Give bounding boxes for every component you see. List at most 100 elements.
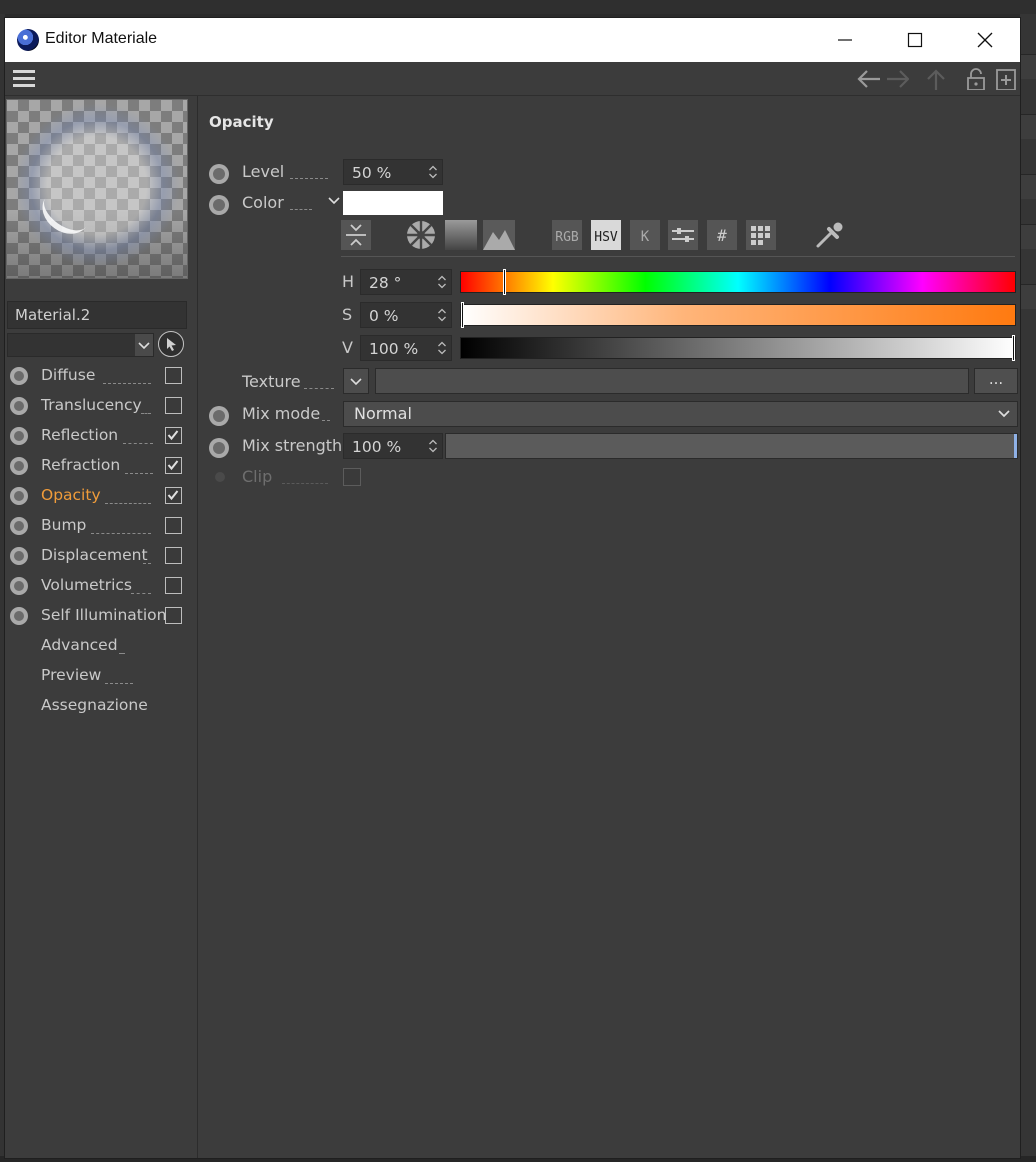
hue-input[interactable]: 28 ° [360,269,452,295]
color-expand-chevron-icon[interactable] [327,195,341,207]
spin-arrows-icon[interactable] [428,438,438,454]
chevron-down-icon [138,342,150,350]
value-slider[interactable] [460,335,1016,361]
channel-label: Self Illumination [41,606,167,624]
channel-refraction[interactable]: Refraction [5,451,197,481]
minimize-button[interactable] [810,18,880,62]
mix-strength-slider[interactable] [445,433,1018,459]
hsv-mode-button[interactable]: HSV [591,220,621,250]
collapse-icon[interactable] [341,220,371,250]
animate-radio[interactable] [10,607,28,625]
clip-checkbox[interactable] [343,468,361,486]
up-arrow-icon[interactable] [925,68,949,90]
texture-path-field[interactable] [375,368,969,394]
material-name-field[interactable]: Material.2 [7,301,187,329]
channel-label: Assegnazione [41,696,148,714]
color-wheel-icon[interactable] [405,220,437,250]
color-animate-radio[interactable] [209,195,229,215]
spin-arrows-icon[interactable] [437,274,447,290]
texture-dropdown[interactable] [343,368,369,394]
channel-checkbox-displacement[interactable] [165,547,182,564]
level-row: Level 50 % [198,157,1020,187]
saturation-input[interactable]: 0 % [360,302,452,328]
channel-translucency[interactable]: Translucency [5,391,197,421]
spin-arrows-icon[interactable] [437,307,447,323]
channel-checkbox-refraction[interactable] [165,457,182,474]
mix-mode-select[interactable]: Normal [343,401,1018,427]
lock-icon[interactable] [965,68,989,90]
spin-arrows-icon[interactable] [437,340,447,356]
mix-strength-input[interactable]: 100 % [343,433,443,459]
hex-mode-label: # [717,226,727,245]
picker-button[interactable] [158,331,184,357]
channel-checkbox-opacity[interactable] [165,487,182,504]
channel-volumetrics[interactable]: Volumetrics [5,571,197,601]
material-preview[interactable] [6,99,188,279]
animate-radio[interactable] [10,517,28,535]
animate-radio[interactable] [10,397,28,415]
channel-checkbox-diffuse[interactable] [165,367,182,384]
spectrum-icon[interactable] [445,220,477,250]
channel-label-active: Opacity [41,486,101,504]
saturation-row: S 0 % [198,301,1020,329]
eyedropper-icon[interactable] [811,220,847,250]
material-dropdown[interactable] [7,333,154,357]
animate-radio[interactable] [10,487,28,505]
material-editor-window: Editor Materiale Material.2 Diffuse Tran… [5,18,1020,1158]
level-animate-radio[interactable] [209,164,229,184]
texture-browse-button[interactable]: ... [974,368,1018,394]
channel-sidebar: Material.2 Diffuse Translucency Reflecti… [5,96,198,1158]
mix-strength-animate-radio[interactable] [209,438,229,458]
channel-displacement[interactable]: Displacement [5,541,197,571]
color-swatch[interactable] [343,191,443,215]
animate-radio[interactable] [10,367,28,385]
channel-checkbox-bump[interactable] [165,517,182,534]
channel-bump[interactable]: Bump [5,511,197,541]
saturation-slider-handle[interactable] [461,302,464,328]
channel-preview[interactable]: Preview [5,661,197,691]
animate-radio[interactable] [10,457,28,475]
window-title: Editor Materiale [45,30,158,47]
value-input[interactable]: 100 % [360,335,452,361]
animate-radio[interactable] [10,547,28,565]
saturation-slider[interactable] [460,302,1016,328]
channel-checkbox-translucency[interactable] [165,397,182,414]
new-panel-icon[interactable] [995,68,1019,90]
hue-slider[interactable] [460,269,1016,295]
channel-checkbox-reflection[interactable] [165,427,182,444]
swatches-grid-icon[interactable] [746,220,776,250]
channel-label: Refraction [41,456,121,474]
forward-arrow-icon[interactable] [885,68,909,90]
animate-radio[interactable] [10,577,28,595]
hex-mode-button[interactable]: # [707,220,737,250]
channel-label: Advanced [41,636,118,654]
hue-row: H 28 ° [198,268,1020,296]
mix-mode-animate-radio[interactable] [209,406,229,426]
value-slider-handle[interactable] [1012,335,1015,361]
hamburger-menu-icon[interactable] [13,70,35,88]
channel-assegnazione[interactable]: Assegnazione [5,691,197,721]
channel-label: Reflection [41,426,119,444]
animate-radio[interactable] [10,427,28,445]
mix-strength-slider-handle[interactable] [1014,434,1017,458]
rgb-mode-button[interactable]: RGB [552,220,582,250]
channel-checkbox-volumetrics[interactable] [165,577,182,594]
mixer-icon[interactable] [668,220,698,250]
kelvin-mode-button[interactable]: K [630,220,660,250]
hue-slider-handle[interactable] [503,269,507,295]
back-arrow-icon[interactable] [856,68,880,90]
value-letter: V [342,338,353,357]
channel-reflection[interactable]: Reflection [5,421,197,451]
cursor-arrow-icon [167,338,176,351]
spin-arrows-icon[interactable] [428,164,438,180]
maximize-button[interactable] [880,18,950,62]
image-picker-icon[interactable] [483,220,515,250]
channel-checkbox-self-illumination[interactable] [165,607,182,624]
level-input[interactable]: 50 % [343,159,443,185]
checkmark-icon [167,430,179,441]
close-button[interactable] [950,18,1020,62]
channel-opacity[interactable]: Opacity [5,481,197,511]
channel-diffuse[interactable]: Diffuse [5,361,197,391]
channel-self-illumination[interactable]: Self Illumination [5,601,197,631]
channel-advanced[interactable]: Advanced [5,631,197,661]
